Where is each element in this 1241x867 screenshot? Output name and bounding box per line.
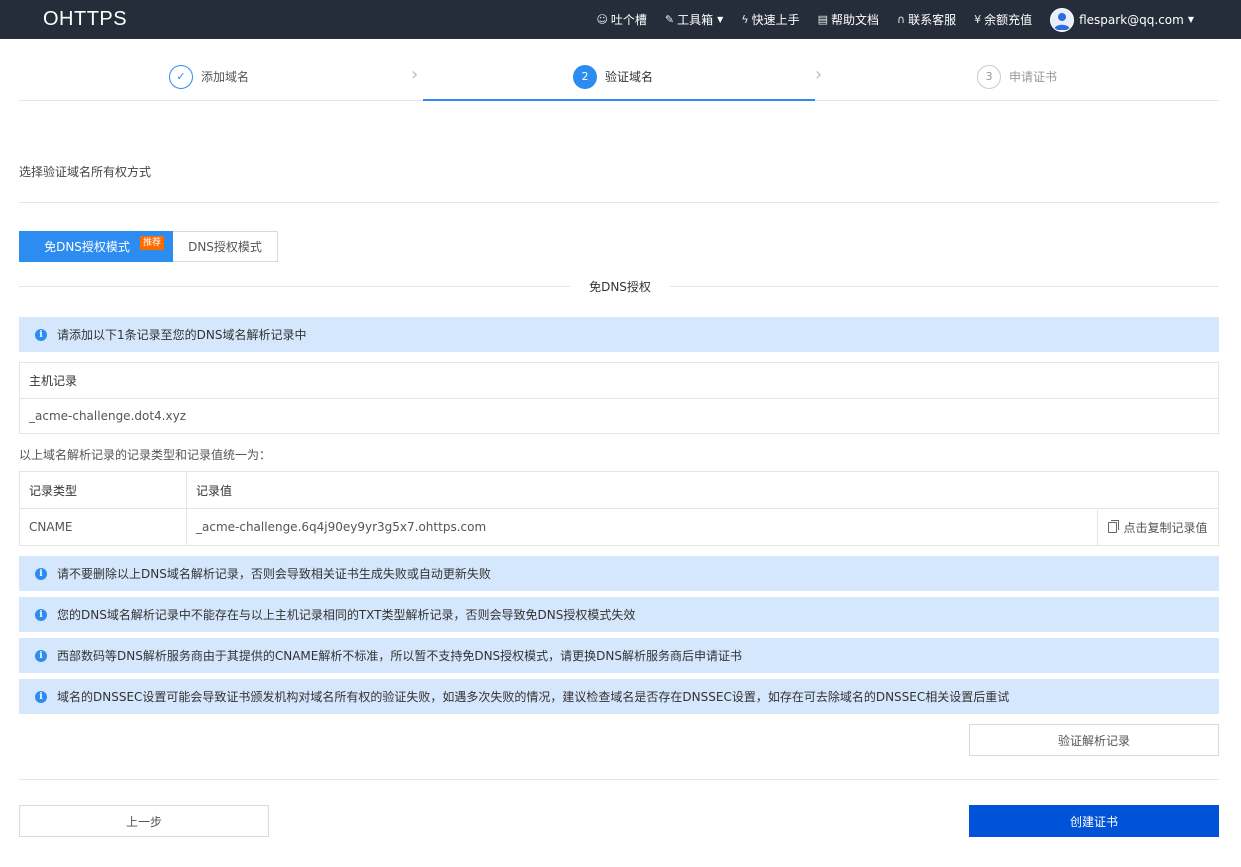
info-icon: i	[35, 328, 47, 341]
table-header-row: 记录类型 记录值	[20, 472, 1218, 508]
info-text: 域名的DNSSEC设置可能会导致证书颁发机构对域名所有权的验证失败，如遇多次失败…	[57, 690, 1010, 704]
column-header-value: 记录值	[196, 483, 233, 498]
user-menu[interactable]: flespark@qq.com ▼	[1050, 7, 1194, 32]
host-record-value: _acme-challenge.dot4.xyz	[20, 398, 1218, 433]
info-banner-notice: i 西部数码等DNS解析服务商由于其提供的CNAME解析不标准，所以暂不支持免D…	[19, 638, 1219, 673]
lightning-icon: ϟ	[741, 13, 749, 26]
host-record-header: 主机记录	[29, 374, 78, 388]
info-text: 西部数码等DNS解析服务商由于其提供的CNAME解析不标准，所以暂不支持免DNS…	[57, 649, 743, 663]
step-number: 3	[977, 64, 1001, 89]
tab-no-dns-auth-mode[interactable]: 免DNS授权模式 推荐	[19, 231, 173, 262]
headset-icon: ∩	[897, 13, 906, 26]
copy-record-value-button[interactable]: 点击复制记录值	[1097, 509, 1218, 545]
avatar	[1050, 7, 1075, 32]
tab-label: DNS授权模式	[188, 240, 262, 254]
info-banner-add-record: i 请添加以下1条记录至您的DNS域名解析记录中	[19, 317, 1219, 352]
info-icon: i	[35, 690, 47, 703]
smile-icon: ☺	[596, 13, 608, 26]
nav-recharge-label: 余额充值	[984, 13, 1033, 27]
check-icon: ✓	[169, 64, 193, 89]
active-step-underline	[423, 99, 815, 101]
create-certificate-button[interactable]: 创建证书	[969, 805, 1219, 837]
section-title: 选择验证域名所有权方式	[19, 165, 152, 179]
step-label: 添加域名	[201, 70, 250, 84]
nav-menu: ☺ 吐个槽 ✎ 工具箱 ▼ ϟ 快速上手 ▤ 帮助文档 ∩ 联系客服 ¥ 余额充…	[578, 0, 1241, 39]
info-icon: i	[35, 608, 47, 621]
info-icon: i	[35, 567, 47, 580]
copy-label: 点击复制记录值	[1123, 520, 1208, 535]
info-icon: i	[35, 649, 47, 662]
chevron-right-icon: ›	[411, 64, 419, 85]
info-text: 请不要删除以上DNS域名解析记录，否则会导致相关证书生成失败或自动更新失败	[57, 567, 491, 581]
info-text: 您的DNS域名解析记录中不能存在与以上主机记录相同的TXT类型解析记录，否则会导…	[57, 608, 636, 622]
step-add-domain: ✓ 添加域名	[169, 52, 249, 101]
table-row: CNAME _acme-challenge.6q4j90ey9yr3g5x7.o…	[20, 508, 1218, 545]
info-text: 请添加以下1条记录至您的DNS域名解析记录中	[57, 328, 307, 342]
chevron-down-icon: ▼	[1187, 15, 1194, 24]
recommended-badge: 推荐	[139, 236, 164, 250]
yen-icon: ¥	[974, 13, 982, 26]
user-email: flespark@qq.com	[1079, 12, 1184, 27]
step-verify-domain: 2 验证域名	[573, 52, 653, 101]
nav-help-docs-label: 帮助文档	[831, 13, 880, 27]
record-type-cell: CNAME	[20, 509, 187, 545]
column-header-type: 记录类型	[20, 472, 187, 508]
step-indicator: ✓ 添加域名 › 2 验证域名 › 3 申请证书	[19, 52, 1219, 101]
info-banner-notice: i 您的DNS域名解析记录中不能存在与以上主机记录相同的TXT类型解析记录，否则…	[19, 597, 1219, 632]
nav-quickstart-label: 快速上手	[751, 13, 800, 27]
divider	[19, 202, 1219, 203]
record-value-cell: _acme-challenge.6q4j90ey9yr3g5x7.ohttps.…	[196, 520, 487, 534]
step-number: 2	[573, 64, 597, 89]
nav-feedback[interactable]: ☺ 吐个槽	[596, 11, 646, 28]
section-divider-label: 免DNS授权	[570, 278, 670, 295]
nav-contact-support-label: 联系客服	[908, 13, 957, 27]
verification-mode-toggle: 免DNS授权模式 推荐 DNS授权模式	[19, 231, 278, 262]
user-icon	[1054, 12, 1071, 30]
nav-toolbox[interactable]: ✎ 工具箱 ▼	[665, 11, 723, 28]
verify-record-button[interactable]: 验证解析记录	[969, 724, 1219, 756]
nav-contact-support[interactable]: ∩ 联系客服	[897, 11, 956, 28]
top-nav-bar: OHTTPS ☺ 吐个槽 ✎ 工具箱 ▼ ϟ 快速上手 ▤ 帮助文档 ∩ 联系客…	[0, 0, 1241, 39]
nav-feedback-label: 吐个槽	[610, 13, 647, 27]
logo[interactable]: OHTTPS	[43, 8, 127, 31]
info-banner-notice: i 请不要删除以上DNS域名解析记录，否则会导致相关证书生成失败或自动更新失败	[19, 556, 1219, 591]
step-apply-cert: 3 申请证书	[977, 52, 1057, 101]
info-banner-notice: i 域名的DNSSEC设置可能会导致证书颁发机构对域名所有权的验证失败，如遇多次…	[19, 679, 1219, 714]
nav-quickstart[interactable]: ϟ 快速上手	[741, 11, 799, 28]
record-table: 记录类型 记录值 CNAME _acme-challenge.6q4j90ey9…	[19, 471, 1219, 546]
divider	[19, 779, 1219, 780]
nav-toolbox-label: 工具箱	[677, 13, 714, 27]
copy-icon	[1108, 519, 1120, 533]
tab-label: 免DNS授权模式	[44, 240, 130, 254]
nav-recharge[interactable]: ¥ 余额充值	[974, 11, 1032, 28]
step-label: 验证域名	[605, 70, 654, 84]
chevron-right-icon: ›	[815, 64, 823, 85]
step-label: 申请证书	[1009, 70, 1058, 84]
tab-dns-auth-mode[interactable]: DNS授权模式	[173, 231, 278, 262]
nav-help-docs[interactable]: ▤ 帮助文档	[818, 11, 879, 28]
previous-step-button[interactable]: 上一步	[19, 805, 269, 837]
host-record-table: 主机记录 _acme-challenge.dot4.xyz	[19, 362, 1219, 434]
document-icon: ▤	[817, 13, 828, 26]
record-description: 以上域名解析记录的记录类型和记录值统一为：	[19, 448, 272, 462]
chevron-down-icon: ▼	[717, 15, 724, 24]
wrench-icon: ✎	[664, 13, 675, 26]
